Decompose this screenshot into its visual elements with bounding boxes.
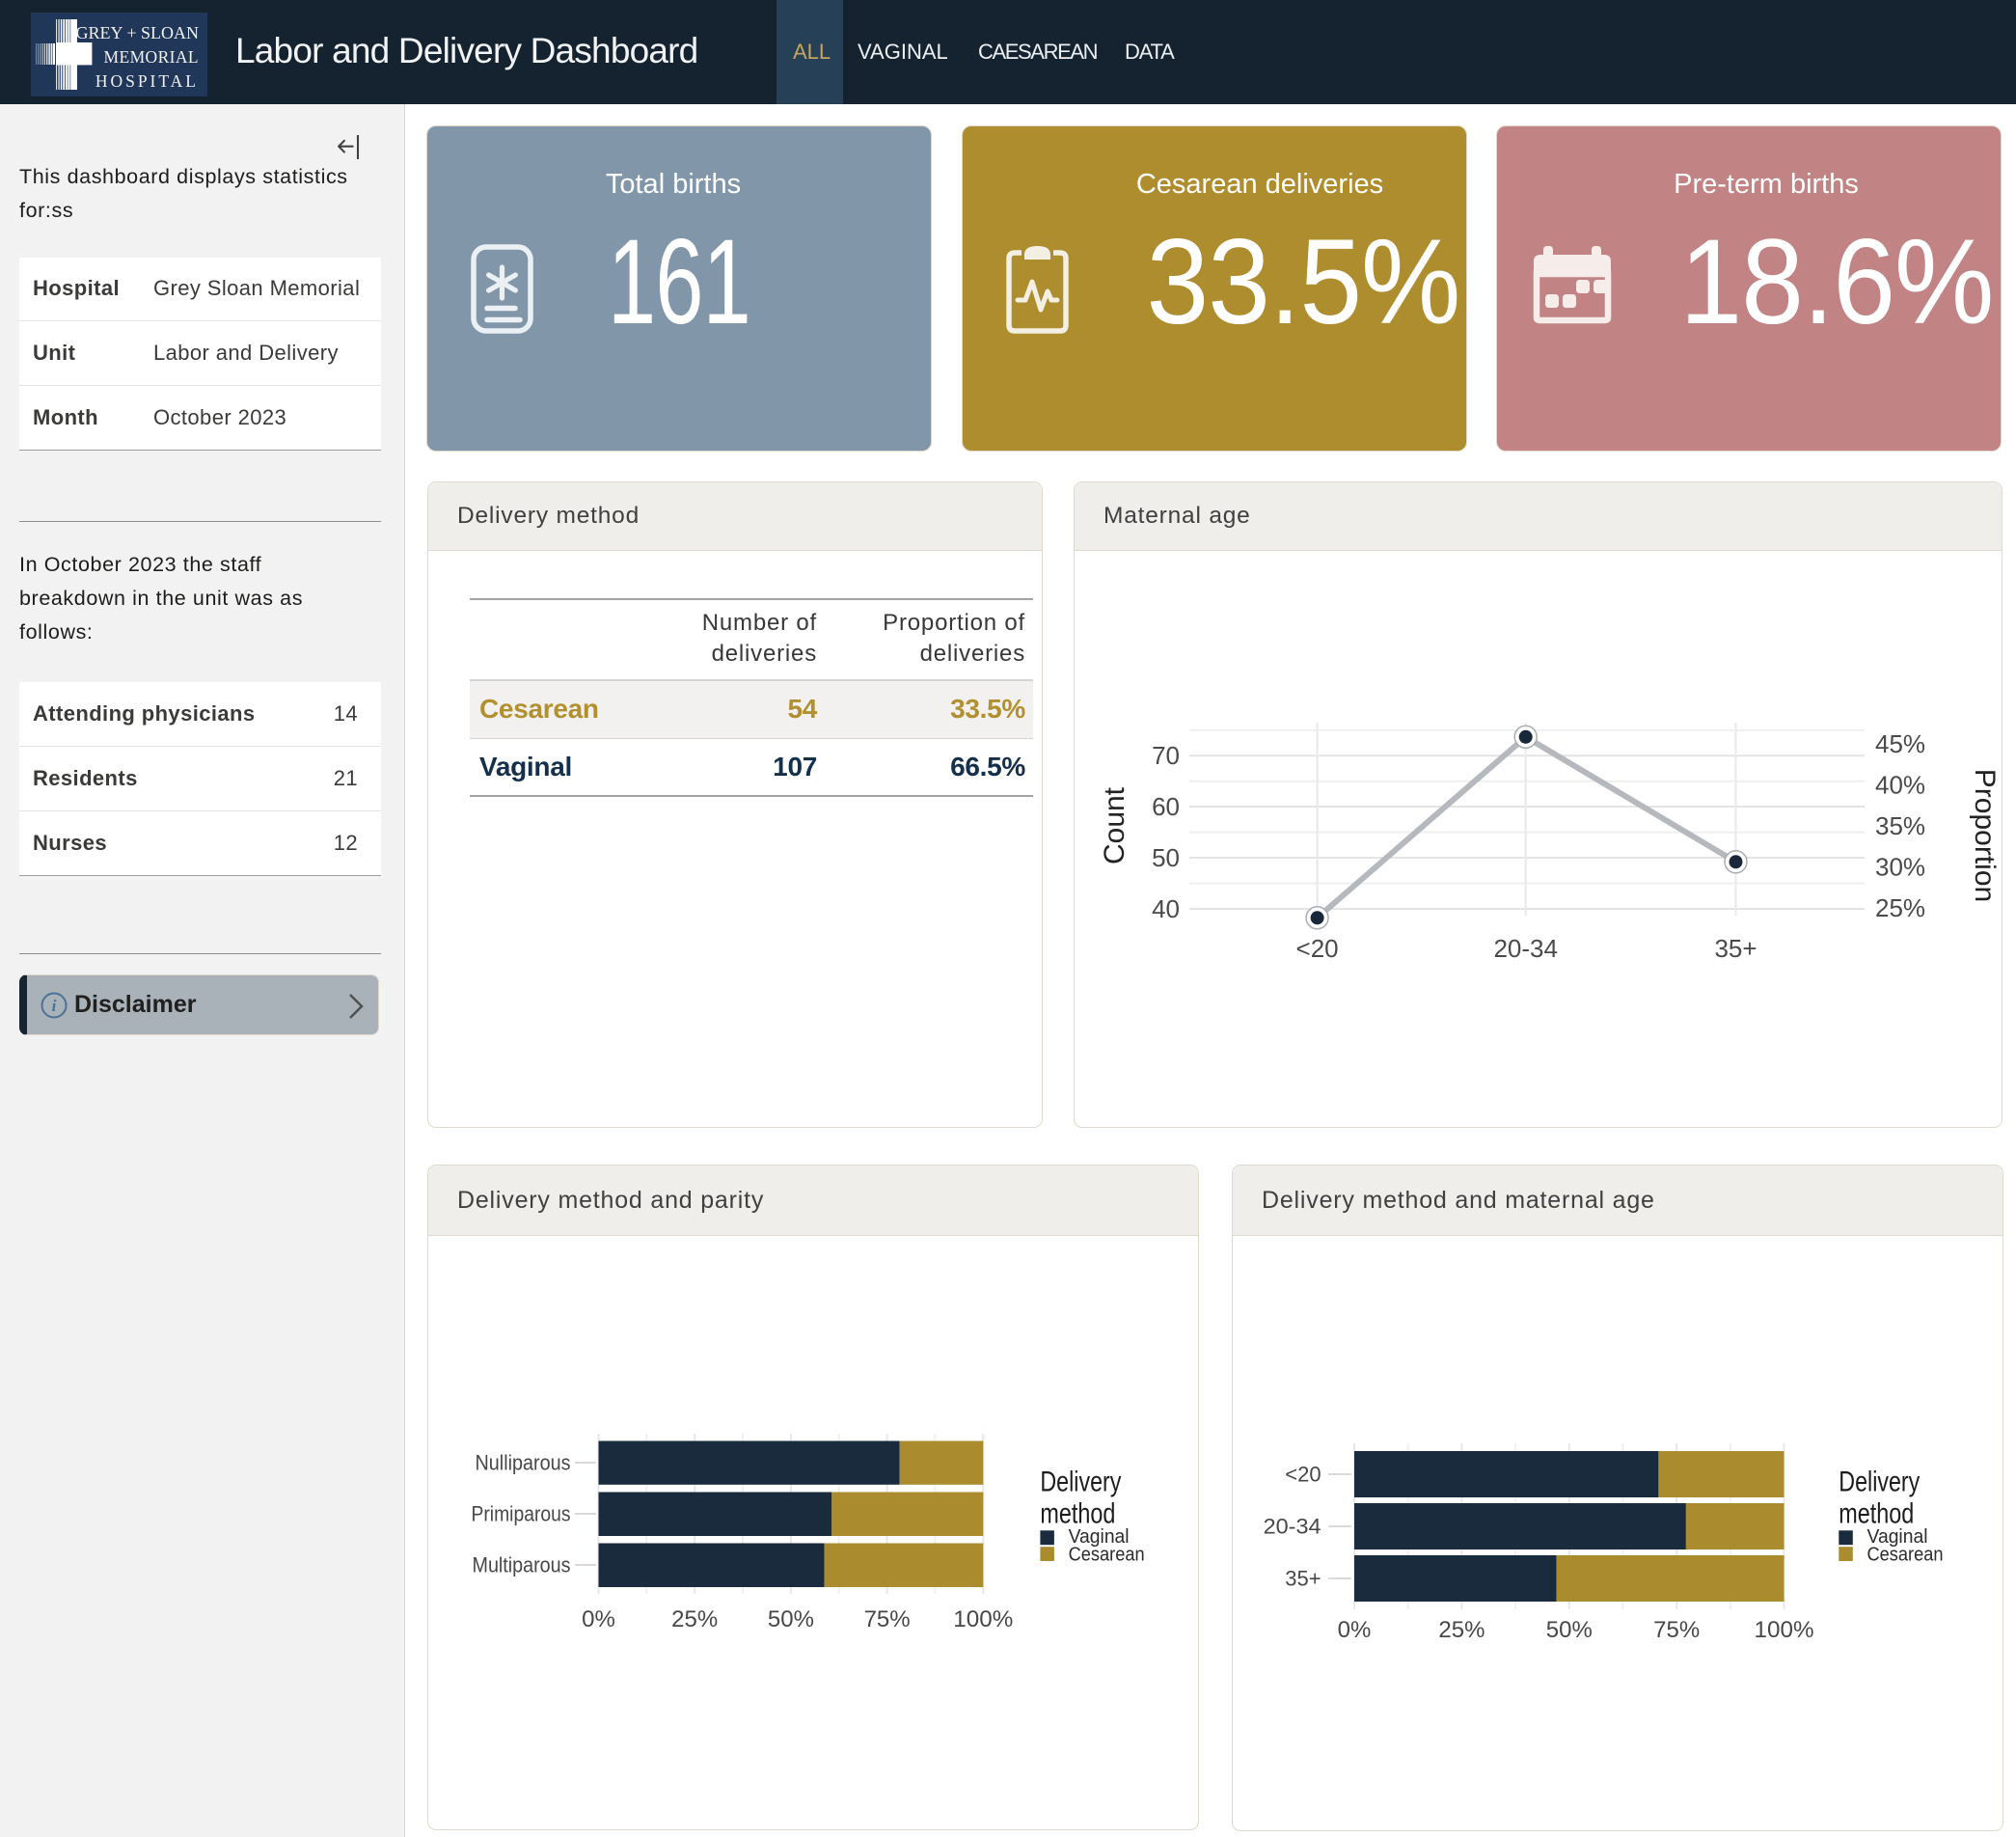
- svg-text:25%: 25%: [1438, 1617, 1485, 1643]
- svg-text:Proportion: Proportion: [1969, 769, 2001, 902]
- svg-text:60: 60: [1152, 792, 1180, 821]
- svg-text:35+: 35+: [1714, 934, 1757, 963]
- svg-text:i: i: [52, 997, 57, 1015]
- svg-text:75%: 75%: [1653, 1617, 1700, 1643]
- svg-text:20-34: 20-34: [1264, 1515, 1321, 1539]
- svg-text:100%: 100%: [953, 1606, 1013, 1632]
- svg-text:GREY + SLOAN: GREY + SLOAN: [76, 23, 200, 42]
- svg-text:45%: 45%: [1875, 729, 1925, 758]
- svg-text:Cesarean: Cesarean: [1867, 1545, 1944, 1566]
- svg-text:50%: 50%: [1546, 1617, 1593, 1643]
- svg-text:25%: 25%: [671, 1606, 718, 1632]
- svg-text:<20: <20: [1296, 934, 1339, 963]
- svg-text:Primiparous: Primiparous: [472, 1502, 571, 1526]
- svg-text:30%: 30%: [1875, 853, 1925, 882]
- svg-text:Delivery: Delivery: [1839, 1467, 1920, 1498]
- svg-text:method: method: [1839, 1497, 1914, 1529]
- svg-text:0%: 0%: [582, 1606, 615, 1632]
- svg-text:50: 50: [1152, 843, 1180, 872]
- svg-text:75%: 75%: [864, 1606, 911, 1632]
- svg-text:70: 70: [1152, 741, 1180, 770]
- svg-text:40: 40: [1152, 894, 1180, 923]
- svg-text:35%: 35%: [1875, 811, 1925, 840]
- svg-text:Delivery: Delivery: [1040, 1467, 1121, 1498]
- svg-text:50%: 50%: [768, 1606, 814, 1632]
- svg-text:Cesarean: Cesarean: [1069, 1545, 1145, 1566]
- svg-text:Count: Count: [1099, 786, 1131, 864]
- svg-text:40%: 40%: [1875, 771, 1925, 800]
- svg-text:method: method: [1040, 1497, 1115, 1529]
- svg-text:<20: <20: [1285, 1463, 1321, 1487]
- svg-text:HOSPITAL: HOSPITAL: [95, 71, 199, 91]
- svg-text:Multiparous: Multiparous: [473, 1553, 571, 1577]
- svg-text:35+: 35+: [1285, 1567, 1321, 1591]
- svg-text:Nulliparous: Nulliparous: [476, 1451, 571, 1475]
- svg-text:0%: 0%: [1338, 1617, 1372, 1643]
- svg-text:25%: 25%: [1875, 893, 1925, 922]
- svg-text:20-34: 20-34: [1493, 934, 1558, 963]
- svg-text:100%: 100%: [1755, 1617, 1814, 1643]
- svg-text:MEMORIAL: MEMORIAL: [104, 47, 199, 67]
